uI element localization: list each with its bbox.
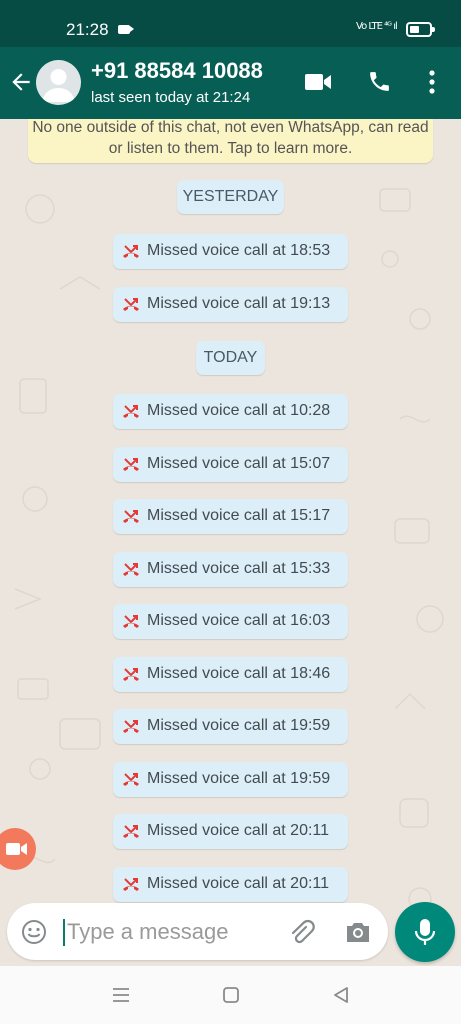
message-input[interactable]: [67, 915, 297, 949]
missed-call-icon: [123, 405, 139, 418]
contact-name[interactable]: +91 88584 10088: [91, 58, 263, 84]
missed-call-icon: [123, 720, 139, 733]
video-camera-icon: [6, 843, 27, 855]
missed-call-icon: [123, 668, 139, 681]
back-arrow-icon[interactable]: [8, 69, 34, 95]
attach-icon[interactable]: [287, 918, 315, 946]
missed-call-icon: [123, 245, 139, 258]
missed-call-text: Missed voice call at 19:59: [147, 717, 331, 734]
missed-call-item[interactable]: Missed voice call at 20:11: [113, 867, 348, 902]
missed-call-icon: [123, 298, 139, 311]
missed-call-item[interactable]: Missed voice call at 19:59: [113, 762, 348, 797]
date-chip-today: TODAY: [196, 341, 265, 375]
missed-call-icon: [123, 510, 139, 523]
missed-call-text: Missed voice call at 16:03: [147, 612, 331, 629]
missed-call-item[interactable]: Missed voice call at 18:53: [113, 234, 348, 269]
missed-call-text: Missed voice call at 19:59: [147, 770, 331, 787]
text-cursor: [63, 919, 65, 946]
microphone-icon: [414, 919, 436, 945]
back-nav-icon[interactable]: [331, 985, 351, 1005]
missed-call-item[interactable]: Missed voice call at 20:11: [113, 814, 348, 849]
missed-call-text: Missed voice call at 20:11: [147, 822, 330, 839]
chat-header: +91 88584 10088 last seen today at 21:24: [0, 47, 461, 119]
missed-call-text: Missed voice call at 19:13: [147, 295, 331, 312]
missed-call-item[interactable]: Missed voice call at 19:59: [113, 709, 348, 744]
avatar-placeholder-icon: [42, 69, 75, 102]
last-seen: last seen today at 21:24: [91, 89, 251, 106]
recent-apps-icon[interactable]: [111, 985, 131, 1005]
missed-call-icon: [123, 878, 139, 891]
encryption-notice[interactable]: No one outside of this chat, not even Wh…: [28, 119, 433, 163]
avatar[interactable]: [36, 60, 81, 105]
missed-call-item[interactable]: Missed voice call at 15:33: [113, 552, 348, 587]
system-nav-bar: [0, 966, 461, 1024]
home-icon[interactable]: [221, 985, 241, 1005]
emoji-icon[interactable]: [21, 919, 47, 945]
missed-call-icon: [123, 563, 139, 576]
screen-record-icon: [118, 25, 134, 34]
voice-record-button[interactable]: [395, 902, 455, 962]
battery-icon: [406, 22, 435, 37]
missed-call-icon: [123, 458, 139, 471]
more-options-icon[interactable]: [426, 69, 438, 95]
missed-call-item[interactable]: Missed voice call at 18:46: [113, 657, 348, 692]
date-chip-yesterday: YESTERDAY: [177, 180, 284, 214]
missed-call-icon: [123, 825, 139, 838]
missed-call-text: Missed voice call at 15:33: [147, 560, 331, 577]
missed-call-text: Missed voice call at 10:28: [147, 402, 331, 419]
missed-call-item[interactable]: Missed voice call at 15:17: [113, 499, 348, 534]
missed-call-item[interactable]: Missed voice call at 16:03: [113, 604, 348, 639]
missed-call-icon: [123, 773, 139, 786]
missed-call-text: Missed voice call at 15:17: [147, 507, 331, 524]
missed-call-item[interactable]: Missed voice call at 15:07: [113, 447, 348, 482]
missed-call-item[interactable]: Missed voice call at 19:13: [113, 287, 348, 322]
status-time: 21:28: [66, 20, 109, 39]
status-bar: 21:28 Vo LTE ⁴ᴳ ıl: [0, 0, 461, 47]
missed-call-text: Missed voice call at 18:46: [147, 665, 331, 682]
voice-call-icon[interactable]: [367, 69, 392, 94]
missed-call-icon: [123, 615, 139, 628]
missed-call-item[interactable]: Missed voice call at 10:28: [113, 394, 348, 429]
missed-call-text: Missed voice call at 18:53: [147, 242, 331, 259]
battery-level: [410, 26, 419, 33]
chat-area[interactable]: No one outside of this chat, not even Wh…: [0, 119, 461, 966]
missed-call-text: Missed voice call at 15:07: [147, 455, 331, 472]
network-status: Vo LTE ⁴ᴳ ıl: [356, 21, 398, 32]
camera-icon[interactable]: [344, 920, 372, 944]
message-composer: [7, 903, 388, 960]
missed-call-text: Missed voice call at 20:11: [147, 875, 330, 892]
video-call-icon[interactable]: [304, 69, 332, 95]
